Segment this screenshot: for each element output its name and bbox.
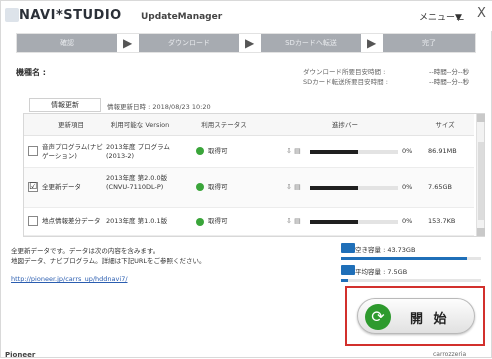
status-available-icon: [196, 218, 204, 226]
table-scrollbar[interactable]: [476, 114, 485, 236]
progress-bar-fill: [310, 150, 359, 154]
download-time-value: --時間--分--秒: [429, 68, 470, 76]
row-item: 地点情報差分データ: [42, 217, 101, 225]
step-download: ダウンロード: [139, 34, 239, 52]
carrozzeria-logo: carrozzeria: [433, 351, 467, 358]
step-indicator: 確認 ▶ ダウンロード ▶ SDカードへ転送 ▶ 完了: [16, 33, 476, 53]
app-subtitle: UpdateManager: [141, 12, 223, 22]
row-size: 86.91MB: [428, 147, 457, 155]
scroll-thumb[interactable]: [478, 142, 484, 220]
close-button[interactable]: X: [477, 6, 486, 21]
minimize-button[interactable]: _: [457, 6, 464, 21]
free-space-bar-fill: [341, 257, 467, 260]
row-version: 2013年度 第1.0.1版: [106, 217, 168, 225]
row-progress-text: 0%: [402, 183, 413, 191]
column-header-progress: 進捗バー: [332, 121, 358, 129]
title-bar: NAVI*STUDIO UpdateManager メニュー▼ _ X: [1, 1, 492, 31]
step-arrow-icon: ▶: [123, 36, 133, 50]
status-available-icon: [196, 147, 204, 155]
progress-icon: ⇩ ▤: [286, 147, 301, 155]
free-space-bar: [341, 257, 481, 260]
progress-icon: ⇩ ▤: [286, 183, 301, 191]
column-header-item: 更新項目: [58, 121, 84, 129]
disk-free-icon: [341, 243, 355, 253]
disk-average-icon: [341, 265, 355, 275]
scroll-down-icon[interactable]: [477, 228, 485, 236]
row-status: 取得可: [208, 147, 228, 155]
progress-icon: ⇩ ▤: [286, 217, 301, 225]
row-size: 7.65GB: [428, 183, 452, 191]
step-confirm: 確認: [17, 34, 117, 52]
support-url-link[interactable]: http://pioneer.jp/carrs_up/hddnavi7/: [11, 275, 128, 283]
step-transfer: SDカードへ転送: [261, 34, 361, 52]
table-row[interactable]: 音声プログラム(ナビゲーション) 2013年度 プログラム(2013-2) 取得…: [24, 136, 474, 168]
row-status: 取得可: [208, 217, 228, 225]
row-version: 2013年度 プログラム(2013-2): [106, 143, 170, 160]
column-header-version: 利用可能な Version: [110, 121, 170, 129]
row-version: 2013年度 第2.0.0版 (CNVU-7110DL-P): [106, 174, 168, 191]
progress-bar: [310, 186, 398, 190]
model-name-label: 機種名 :: [16, 68, 46, 77]
step-arrow-icon: ▶: [245, 36, 255, 50]
update-manager-window: NAVI*STUDIO UpdateManager メニュー▼ _ X 確認 ▶…: [0, 0, 492, 359]
menu-button[interactable]: メニュー▼: [419, 10, 462, 23]
description-line-2: 地図データ、ナビプログラム。詳細は下記URLをご参照ください。: [11, 257, 206, 265]
transfer-time-value: --時間--分--秒: [429, 78, 470, 86]
progress-bar: [310, 150, 398, 154]
start-button[interactable]: ⟳ 開 始: [357, 298, 475, 334]
transfer-time-label: SDカード転送所要目安時間 :: [303, 78, 388, 86]
row-item: 全更新データ: [42, 183, 81, 191]
row-checkbox[interactable]: [28, 216, 38, 226]
description-line-1: 全更新データです。データは次の内容を含みます。: [11, 247, 160, 255]
start-button-label: 開 始: [410, 312, 450, 327]
table-header: 更新項目 利用可能な Version 利用ステータス 進捗バー サイズ: [24, 114, 474, 136]
row-progress-text: 0%: [402, 147, 413, 155]
row-checkbox[interactable]: [28, 146, 38, 156]
average-space-bar-fill: [341, 279, 348, 282]
row-checkbox[interactable]: ☑: [28, 182, 38, 192]
refresh-icon: ⟳: [365, 304, 391, 330]
average-space-label: 平均容量 : 7.5GB: [355, 268, 408, 276]
step-complete: 完了: [383, 34, 475, 52]
download-time-label: ダウンロード所要目安時間 :: [303, 68, 386, 76]
row-size: 153.7KB: [428, 217, 456, 225]
progress-bar-fill: [310, 186, 359, 190]
average-space-bar: [341, 279, 481, 282]
column-header-size: サイズ: [435, 121, 455, 129]
row-progress-text: 0%: [402, 217, 413, 225]
row-item: 音声プログラム(ナビゲーション): [42, 143, 103, 160]
refresh-info-button[interactable]: 情報更新: [29, 98, 101, 112]
row-status: 取得可: [208, 183, 228, 191]
progress-bar-fill: [310, 220, 359, 224]
scroll-up-icon[interactable]: [477, 114, 485, 122]
progress-bar: [310, 220, 398, 224]
table-row[interactable]: ☑ 全更新データ 2013年度 第2.0.0版 (CNVU-7110DL-P) …: [24, 168, 474, 208]
start-highlight-frame: ⟳ 開 始: [345, 286, 485, 346]
info-updated-date: 情報更新日時 : 2018/08/23 10:20: [107, 103, 211, 111]
status-available-icon: [196, 183, 204, 191]
step-arrow-icon: ▶: [367, 36, 377, 50]
table-row[interactable]: 地点情報差分データ 2013年度 第1.0.1版 取得可 ⇩ ▤ 0% 153.…: [24, 208, 474, 236]
app-name: NAVI*STUDIO: [19, 8, 122, 23]
update-items-table: 更新項目 利用可能な Version 利用ステータス 進捗バー サイズ 音声プロ…: [23, 113, 485, 237]
free-space-label: 空き容量 : 43.73GB: [355, 246, 416, 254]
column-header-status: 利用ステータス: [201, 121, 247, 129]
app-logo-icon: [5, 8, 19, 22]
